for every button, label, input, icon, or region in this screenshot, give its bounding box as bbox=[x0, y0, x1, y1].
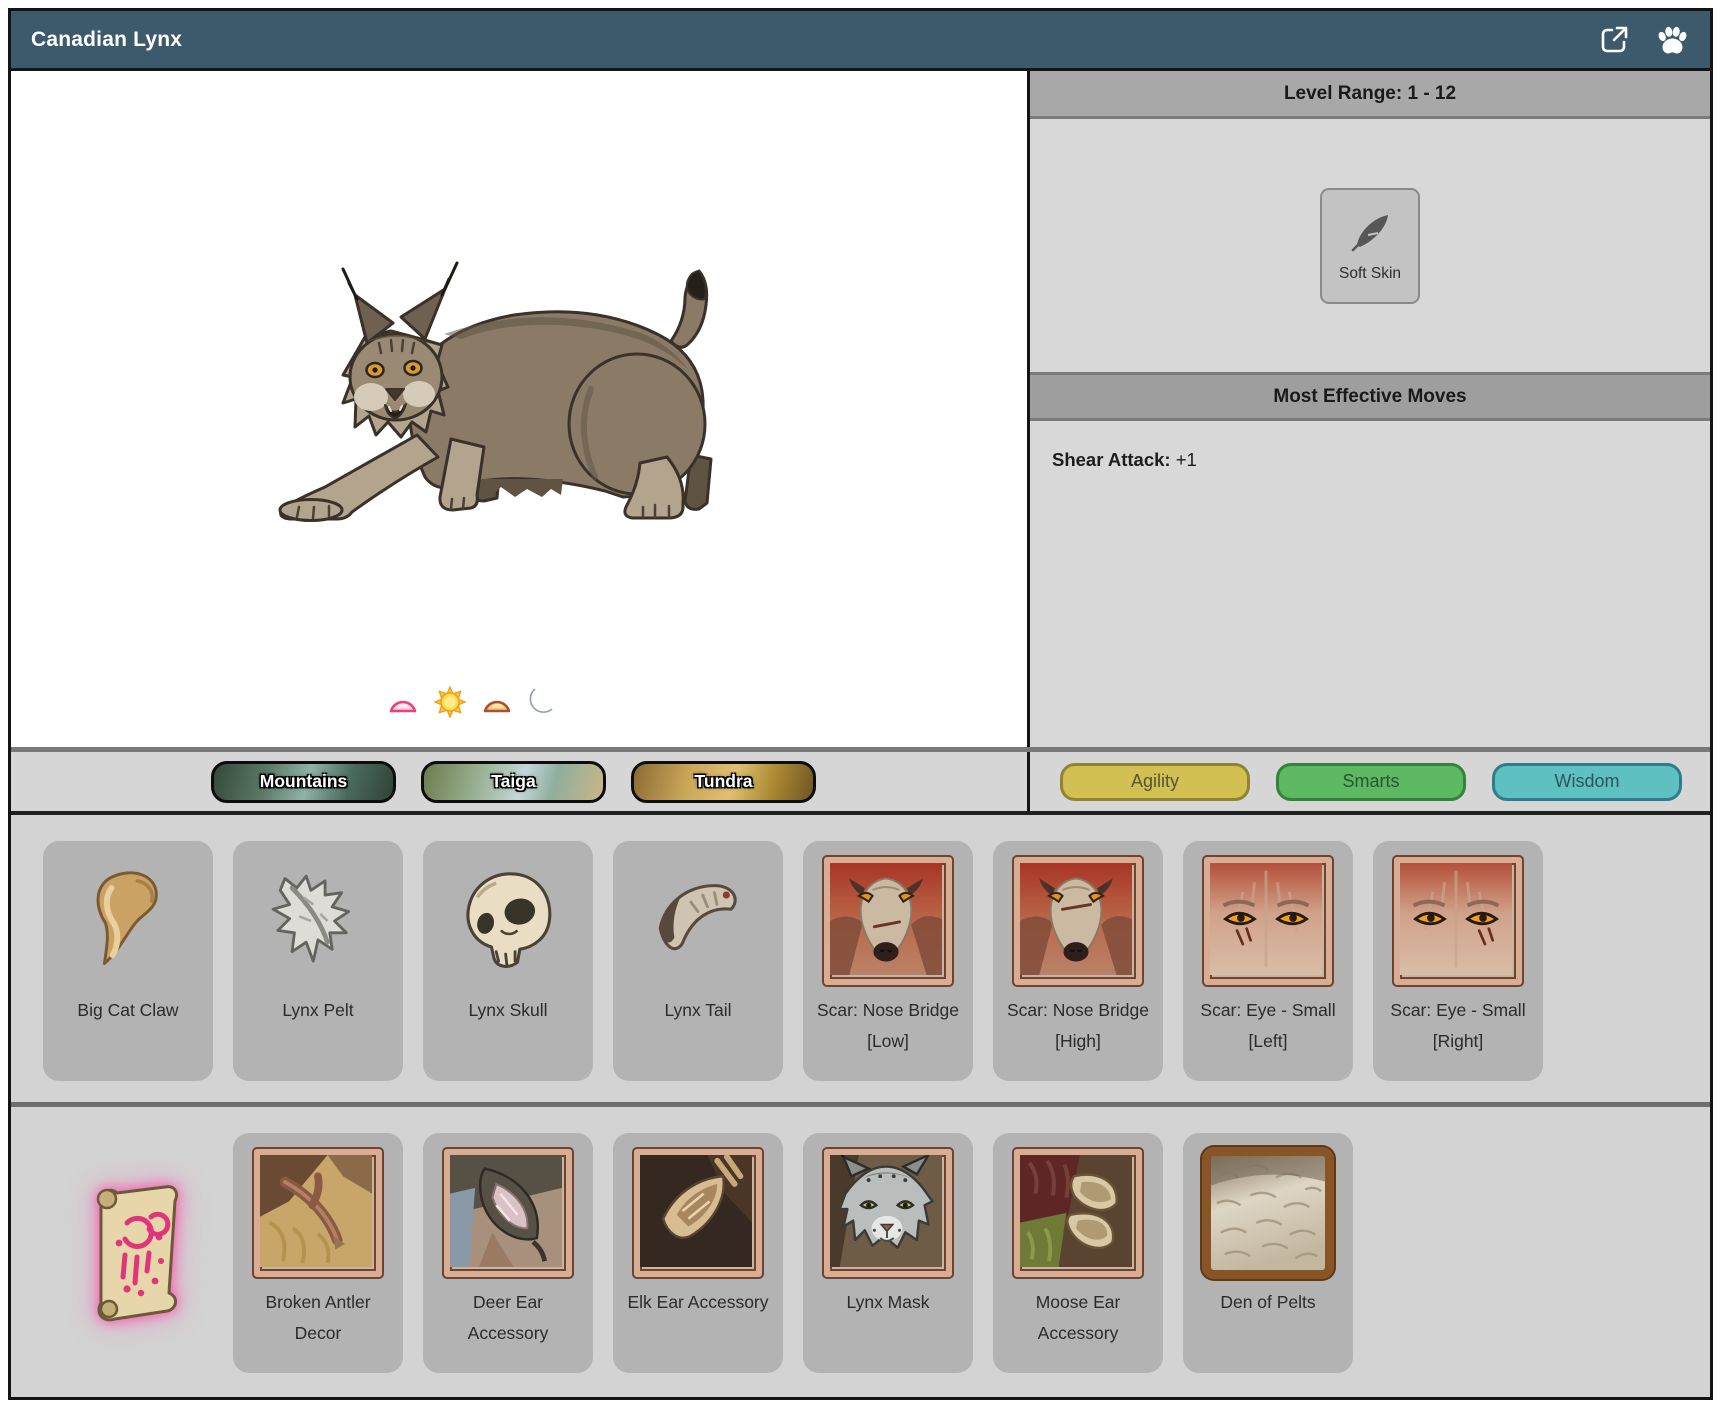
biome-button-taiga[interactable]: Taiga bbox=[421, 761, 606, 803]
drops-section: Big Cat Claw Lynx Pelt bbox=[11, 815, 1710, 1102]
deer-ear-accessory-icon bbox=[444, 1149, 572, 1277]
stat-button-smarts[interactable]: Smarts bbox=[1276, 763, 1466, 801]
drop-label: Scar: Eye - Small [Left] bbox=[1192, 995, 1344, 1057]
stat-button-agility[interactable]: Agility bbox=[1060, 763, 1250, 801]
drop-label: Lynx Tail bbox=[622, 995, 774, 1026]
level-range-header: Level Range: 1 - 12 bbox=[1030, 71, 1710, 119]
drop-card-lynx-pelt[interactable]: Lynx Pelt bbox=[233, 841, 403, 1081]
big-cat-claw-icon bbox=[69, 855, 187, 987]
lynx-tail-icon bbox=[639, 855, 757, 987]
recipe-scroll[interactable] bbox=[43, 1133, 213, 1373]
move-value: +1 bbox=[1176, 449, 1197, 470]
drop-card-scar-eye-small-right[interactable]: Scar: Eye - Small [Right] bbox=[1373, 841, 1543, 1081]
dawn-icon bbox=[387, 690, 419, 719]
canadian-lynx-window: Canadian Lynx bbox=[8, 8, 1713, 1400]
environment-row: Mountains Taiga Tundra Agility Smarts Wi… bbox=[11, 747, 1710, 815]
open-in-new-window-icon[interactable] bbox=[1599, 24, 1630, 55]
title-bar: Canadian Lynx bbox=[11, 11, 1710, 71]
moves-list: Shear Attack: +1 bbox=[1030, 421, 1710, 747]
drop-label: Lynx Pelt bbox=[242, 995, 394, 1026]
custom-label: Moose Ear Accessory bbox=[1002, 1287, 1154, 1349]
custom-card-den-of-pelts[interactable]: Den of Pelts bbox=[1183, 1133, 1353, 1373]
main-content: Level Range: 1 - 12 Soft Skin Most Effec… bbox=[11, 71, 1710, 747]
time-of-day-row bbox=[387, 686, 554, 723]
custom-label: Den of Pelts bbox=[1192, 1287, 1344, 1318]
moon-icon bbox=[528, 687, 554, 722]
lynx-pelt-icon bbox=[259, 855, 377, 987]
ability-zone: Soft Skin bbox=[1030, 119, 1710, 372]
custom-label: Elk Ear Accessory bbox=[622, 1287, 774, 1318]
canadian-lynx-illustration bbox=[239, 239, 749, 536]
drop-card-scar-nose-bridge-high[interactable]: Scar: Nose Bridge [High] bbox=[993, 841, 1163, 1081]
move-name: Shear Attack: bbox=[1052, 449, 1171, 470]
custom-card-moose-ear-accessory[interactable]: Moose Ear Accessory bbox=[993, 1133, 1163, 1373]
drop-label: Lynx Skull bbox=[432, 995, 584, 1026]
ability-soft-skin[interactable]: Soft Skin bbox=[1320, 188, 1420, 304]
biome-button-mountains[interactable]: Mountains bbox=[211, 761, 396, 803]
den-of-pelts-icon bbox=[1202, 1147, 1334, 1279]
info-panel: Level Range: 1 - 12 Soft Skin Most Effec… bbox=[1030, 71, 1710, 747]
moose-ear-accessory-icon bbox=[1014, 1149, 1142, 1277]
drop-label: Scar: Nose Bridge [High] bbox=[1002, 995, 1154, 1057]
custom-card-lynx-mask[interactable]: Lynx Mask bbox=[803, 1133, 973, 1373]
drop-card-big-cat-claw[interactable]: Big Cat Claw bbox=[43, 841, 213, 1081]
species-illustration-panel bbox=[11, 71, 1030, 747]
page-title: Canadian Lynx bbox=[31, 28, 182, 52]
stat-list: Agility Smarts Wisdom bbox=[1030, 752, 1710, 811]
ability-label: Soft Skin bbox=[1339, 265, 1401, 283]
drop-label: Big Cat Claw bbox=[52, 995, 204, 1026]
drop-label: Scar: Eye - Small [Right] bbox=[1382, 995, 1534, 1057]
biome-button-tundra[interactable]: Tundra bbox=[631, 761, 816, 803]
drop-card-lynx-tail[interactable]: Lynx Tail bbox=[613, 841, 783, 1081]
dusk-icon bbox=[481, 690, 513, 719]
drop-label: Scar: Nose Bridge [Low] bbox=[812, 995, 964, 1057]
custom-label: Broken Antler Decor bbox=[242, 1287, 394, 1349]
paw-icon[interactable] bbox=[1654, 23, 1690, 57]
custom-card-deer-ear-accessory[interactable]: Deer Ear Accessory bbox=[423, 1133, 593, 1373]
scar-nose-bridge-low-icon bbox=[824, 857, 952, 985]
custom-label: Deer Ear Accessory bbox=[432, 1287, 584, 1349]
elk-ear-accessory-icon bbox=[634, 1149, 762, 1277]
lynx-skull-icon bbox=[449, 855, 567, 987]
drop-card-scar-nose-bridge-low[interactable]: Scar: Nose Bridge [Low] bbox=[803, 841, 973, 1081]
customization-section: Broken Antler Decor Deer bbox=[11, 1107, 1710, 1397]
lynx-mask-icon bbox=[824, 1149, 952, 1277]
scar-eye-small-left-icon bbox=[1204, 857, 1332, 985]
custom-card-elk-ear-accessory[interactable]: Elk Ear Accessory bbox=[613, 1133, 783, 1373]
custom-card-broken-antler-decor[interactable]: Broken Antler Decor bbox=[233, 1133, 403, 1373]
drop-card-lynx-skull[interactable]: Lynx Skull bbox=[423, 841, 593, 1081]
custom-label: Lynx Mask bbox=[812, 1287, 964, 1318]
broken-antler-decor-icon bbox=[254, 1149, 382, 1277]
glowing-scroll-icon bbox=[67, 1177, 189, 1330]
feather-icon bbox=[1346, 209, 1394, 258]
moves-header: Most Effective Moves bbox=[1030, 372, 1710, 421]
biome-list: Mountains Taiga Tundra bbox=[11, 752, 1030, 811]
scar-eye-small-right-icon bbox=[1394, 857, 1522, 985]
drop-card-scar-eye-small-left[interactable]: Scar: Eye - Small [Left] bbox=[1183, 841, 1353, 1081]
stat-button-wisdom[interactable]: Wisdom bbox=[1492, 763, 1682, 801]
scar-nose-bridge-high-icon bbox=[1014, 857, 1142, 985]
sun-icon bbox=[434, 686, 466, 723]
